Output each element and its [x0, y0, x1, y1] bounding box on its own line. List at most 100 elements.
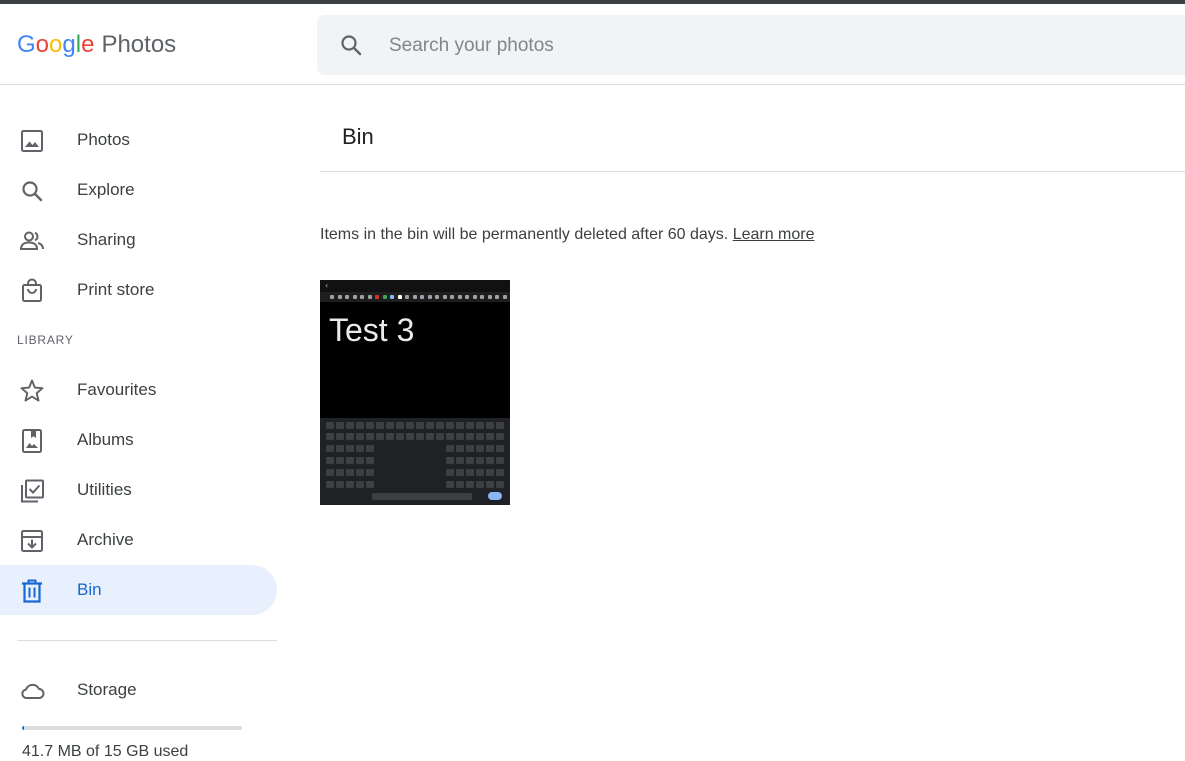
- thumbnail-key: [366, 422, 374, 429]
- thumbnail-key: [356, 422, 364, 429]
- thumbnail-spacebar: [372, 493, 472, 500]
- sidebar-item-storage[interactable]: Storage: [0, 665, 277, 715]
- google-photos-logo[interactable]: Google Photos: [17, 30, 176, 60]
- thumbnail-key: [366, 433, 374, 440]
- thumbnail-toolbar-icon: [465, 295, 469, 299]
- sidebar-item-archive[interactable]: Archive: [0, 515, 277, 565]
- thumbnail-key: [436, 422, 444, 429]
- search-icon: [22, 181, 43, 202]
- utilities-icon: [21, 479, 44, 503]
- thumbnail-toolbar-icon: [427, 295, 432, 299]
- thumbnail-key: [476, 422, 484, 429]
- thumbnail-key: [476, 481, 484, 488]
- storage-used-text: 41.7 MB of 15 GB used: [22, 743, 189, 760]
- sidebar-item-sharing[interactable]: Sharing: [0, 215, 277, 265]
- sidebar-item-photos[interactable]: Photos: [0, 115, 277, 165]
- photo-thumbnail[interactable]: ‹ Test 3: [320, 280, 510, 505]
- thumbnail-toolbar-icon: [397, 295, 402, 299]
- logo-letter: e: [81, 31, 95, 58]
- sidebar-item-print-store[interactable]: Print store: [0, 265, 277, 315]
- search-icon[interactable]: [339, 33, 363, 57]
- search-input[interactable]: [387, 29, 891, 63]
- thumbnail-key: [496, 445, 504, 452]
- learn-more-link[interactable]: Learn more: [733, 226, 815, 243]
- thumbnail-key: [416, 422, 424, 429]
- thumbnail-key: [326, 422, 334, 429]
- search-bar[interactable]: [317, 15, 1185, 75]
- sidebar-item-bin[interactable]: Bin: [0, 565, 277, 615]
- thumbnail-key: [456, 457, 464, 464]
- thumbnail-key: [376, 433, 384, 440]
- thumbnail-toolbar-icon: [360, 295, 364, 299]
- sidebar-item-label: Sharing: [77, 230, 136, 249]
- people-icon: [19, 231, 44, 250]
- star-icon: [20, 379, 44, 402]
- thumbnail-key: [396, 422, 404, 429]
- thumbnail-toolbar: [320, 292, 510, 302]
- sidebar-item-albums[interactable]: Albums: [0, 415, 277, 465]
- thumbnail-toolbar-icon: [405, 295, 409, 299]
- thumbnail-key: [446, 481, 454, 488]
- title-divider: [320, 171, 1185, 172]
- thumbnail-toolbar-icon: [480, 295, 484, 299]
- thumbnail-key: [356, 481, 364, 488]
- album-icon: [22, 429, 42, 453]
- thumbnail-key: [326, 433, 334, 440]
- thumbnail-key: [476, 469, 484, 476]
- thumbnail-key: [346, 445, 354, 452]
- thumbnail-key: [496, 469, 504, 476]
- thumbnail-toolbar-icon: [412, 295, 417, 299]
- thumbnail-toolbar-icon: [375, 295, 379, 299]
- thumbnail-key: [486, 445, 494, 452]
- thumbnail-toolbar-icon: [457, 295, 462, 299]
- logo-letter: G: [17, 31, 36, 58]
- thumbnail-key: [466, 469, 474, 476]
- app-header: Google Photos: [0, 4, 1185, 85]
- thumbnail-key: [466, 445, 474, 452]
- logo-letter: o: [49, 31, 63, 58]
- thumbnail-key: [406, 422, 414, 429]
- thumbnail-enter-key: [488, 492, 502, 500]
- trash-icon: [22, 579, 42, 603]
- thumbnail-key: [346, 457, 354, 464]
- thumbnail-key: [336, 469, 344, 476]
- sidebar-item-explore[interactable]: Explore: [0, 165, 277, 215]
- thumbnail-key: [446, 433, 454, 440]
- sidebar-item-label: Favourites: [77, 380, 157, 399]
- photo-icon: [21, 130, 43, 152]
- sidebar-divider: [17, 640, 277, 641]
- cloud-icon: [21, 683, 45, 699]
- thumbnail-toolbar-icon: [472, 295, 477, 299]
- thumbnail-toolbar-icon: [390, 295, 394, 299]
- thumbnail-key: [466, 481, 474, 488]
- thumbnail-key: [486, 469, 494, 476]
- thumbnail-key: [396, 433, 404, 440]
- thumbnail-toolbar-icon: [367, 295, 372, 299]
- thumbnail-key: [386, 422, 394, 429]
- thumbnail-key: [356, 469, 364, 476]
- thumbnail-key: [366, 445, 374, 452]
- thumbnail-toolbar-icon: [337, 295, 342, 299]
- thumbnail-key: [496, 433, 504, 440]
- logo-letter: g: [62, 31, 76, 58]
- thumbnail-key: [456, 445, 464, 452]
- thumbnail-key: [496, 422, 504, 429]
- thumbnail-key: [446, 422, 454, 429]
- thumbnail-key: [466, 422, 474, 429]
- sidebar-item-utilities[interactable]: Utilities: [0, 465, 277, 515]
- shopping-bag-icon: [22, 278, 42, 302]
- thumbnail-toolbar-icon: [382, 295, 387, 299]
- thumbnail-key: [476, 445, 484, 452]
- storage-progress-fill: [22, 726, 24, 730]
- thumbnail-key: [346, 469, 354, 476]
- sidebar-item-favourites[interactable]: Favourites: [0, 365, 277, 415]
- thumbnail-keyboard: [320, 418, 510, 505]
- thumbnail-key: [326, 445, 334, 452]
- thumbnail-key: [336, 481, 344, 488]
- thumbnail-key: [326, 469, 334, 476]
- thumbnail-key: [446, 457, 454, 464]
- thumbnail-key: [446, 445, 454, 452]
- thumbnail-key: [496, 481, 504, 488]
- thumbnail-key: [336, 433, 344, 440]
- thumbnail-key: [346, 422, 354, 429]
